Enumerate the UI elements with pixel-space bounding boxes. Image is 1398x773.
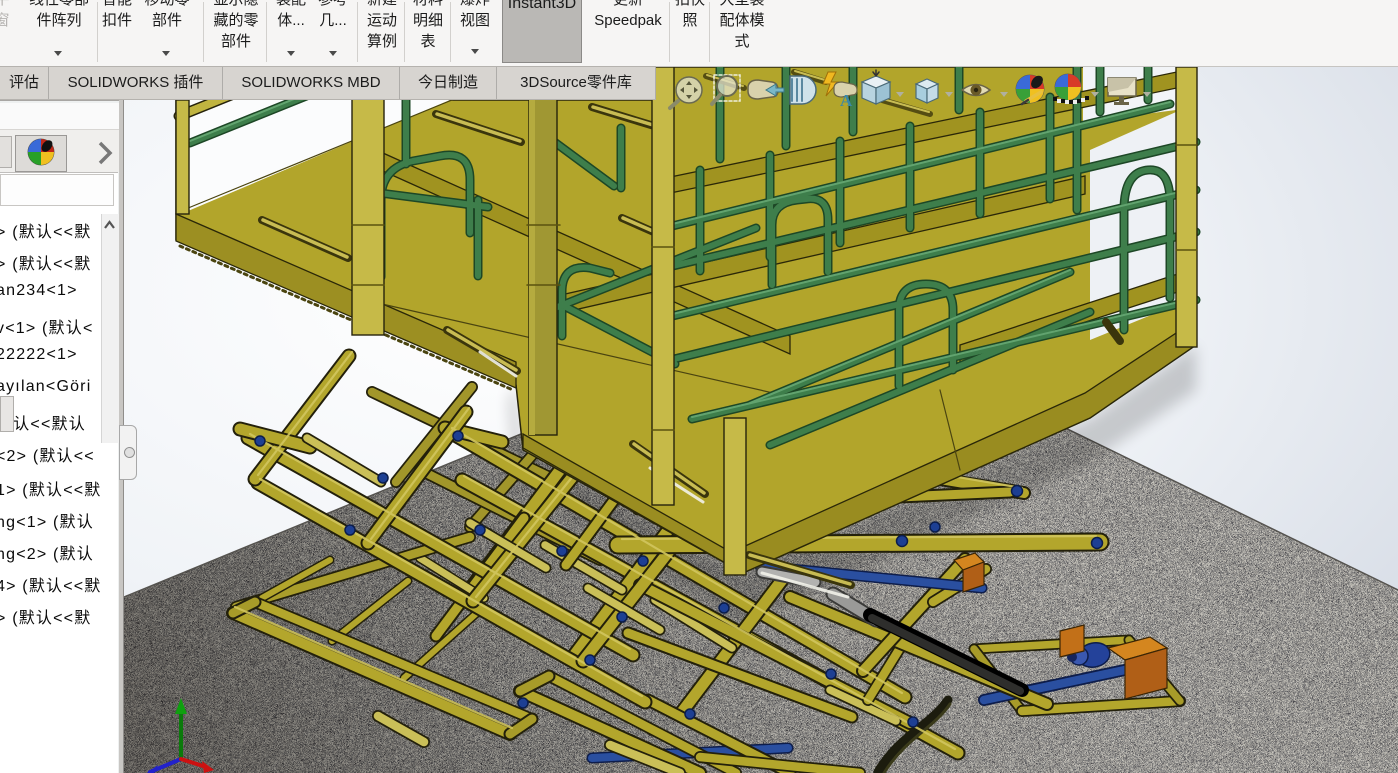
svg-text:A: A bbox=[840, 91, 853, 110]
